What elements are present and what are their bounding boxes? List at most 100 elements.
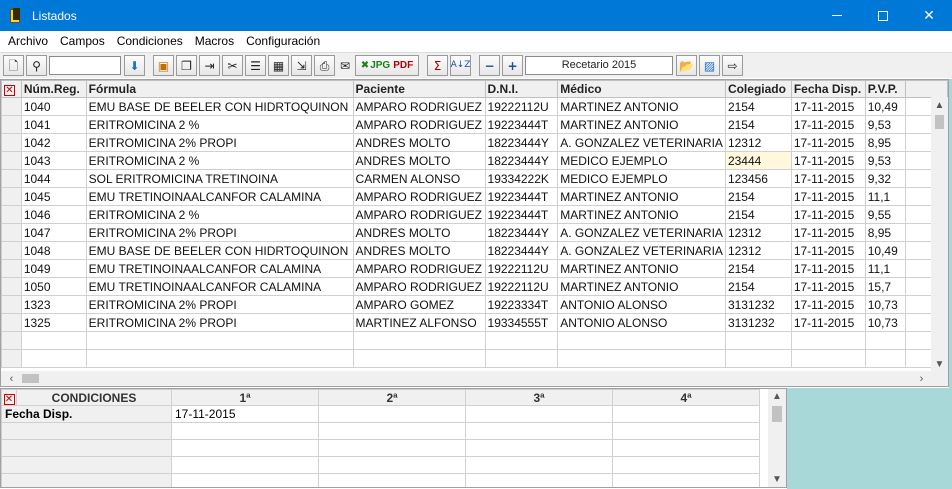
menu-configuracion[interactable]: Configuración: [240, 34, 326, 48]
open-folder-button[interactable]: 📂: [676, 55, 697, 76]
cell-dni[interactable]: [484, 331, 559, 350]
copy-button[interactable]: ❐: [176, 55, 197, 76]
cell-colegiado[interactable]: 2154: [724, 205, 792, 224]
cell-dni[interactable]: 19222112U: [484, 277, 559, 296]
cell-formula[interactable]: ERITROMICINA 2% PROPI: [85, 223, 354, 242]
cell-pvp[interactable]: 11,1: [864, 187, 906, 206]
condition-value-cell[interactable]: [465, 422, 613, 440]
table-row[interactable]: 1045 EMU TRETINOINAALCANFOR CALAMINA AMPAR…: [1, 187, 948, 206]
column-header-colegiado[interactable]: Colegiado: [724, 80, 792, 98]
cell-medico[interactable]: ANTONIO ALONSO: [557, 313, 726, 332]
row-selector[interactable]: [1, 115, 22, 134]
cell-paciente[interactable]: ANDRES MOLTO: [352, 133, 486, 152]
remove-button[interactable]: −: [479, 55, 500, 76]
cell-colegiado[interactable]: 23444: [724, 151, 792, 170]
condition-value-cell[interactable]: [171, 422, 319, 440]
cell-colegiado[interactable]: 2154: [724, 187, 792, 206]
cell-paciente[interactable]: [352, 331, 486, 350]
row-selector[interactable]: [1, 313, 22, 332]
cell-dni[interactable]: 19334555T: [484, 313, 559, 332]
search-button[interactable]: ⚲: [26, 55, 47, 76]
table-row[interactable]: [1, 331, 948, 350]
cell-fecha-disp[interactable]: 17-11-2015: [790, 115, 866, 134]
cell-dni[interactable]: 19222112U: [484, 97, 559, 116]
cell-colegiado[interactable]: [724, 331, 792, 350]
cell-medico[interactable]: MARTINEZ ANTONIO: [557, 205, 726, 224]
save-button[interactable]: ▣: [153, 55, 174, 76]
table-row[interactable]: 1048 EMU BASE DE BEELER CON HIDRTOQUINON A…: [1, 241, 948, 260]
cell-formula[interactable]: [85, 331, 354, 350]
row-selector[interactable]: [1, 97, 22, 116]
cell-medico[interactable]: MARTINEZ ANTONIO: [557, 259, 726, 278]
table-row[interactable]: 1043 ERITROMICINA 2 % ANDRES MOLTO 18223444…: [1, 151, 948, 170]
cell-formula[interactable]: EMU TRETINOINAALCANFOR CALAMINA: [85, 187, 354, 206]
column-header-paciente[interactable]: Paciente: [352, 80, 486, 98]
cell-paciente[interactable]: AMPARO RODRIGUEZ: [352, 205, 486, 224]
grid-vertical-scrollbar[interactable]: ▲ ▼: [931, 97, 948, 373]
image-button[interactable]: ▨: [699, 55, 720, 76]
cell-dni[interactable]: 19223444T: [484, 187, 559, 206]
cell-paciente[interactable]: MARTINEZ ALFONSO: [352, 313, 486, 332]
menu-condiciones[interactable]: Condiciones: [111, 34, 189, 48]
condition-field-label[interactable]: Fecha Disp.: [1, 405, 172, 423]
table-button[interactable]: ▦: [268, 55, 289, 76]
scroll-down-icon[interactable]: ▼: [768, 472, 786, 487]
cell-fecha-disp[interactable]: [790, 331, 866, 350]
cell-dni[interactable]: 19223444T: [484, 115, 559, 134]
condition-value-cell[interactable]: [318, 405, 466, 423]
cell-colegiado[interactable]: 2154: [724, 115, 792, 134]
cell-pvp[interactable]: [864, 331, 906, 350]
cell-medico[interactable]: A. GONZALEZ VETERINARIA: [557, 241, 726, 260]
cell-paciente[interactable]: AMPARO RODRIGUEZ: [352, 97, 486, 116]
column-header-fecha-disp[interactable]: Fecha Disp.: [790, 80, 866, 98]
condition-value-cell[interactable]: 17-11-2015: [171, 405, 319, 423]
cell-num-reg[interactable]: 1047: [20, 223, 87, 242]
cell-formula[interactable]: ERITROMICINA 2% PROPI: [85, 295, 354, 314]
maximize-button[interactable]: [860, 0, 906, 31]
table-row[interactable]: 1042 ERITROMICINA 2% PROPI ANDRES MOLTO 182…: [1, 133, 948, 152]
cell-pvp[interactable]: 9,53: [864, 151, 906, 170]
cell-num-reg[interactable]: 1045: [20, 187, 87, 206]
cell-colegiado[interactable]: [724, 349, 792, 368]
list-button[interactable]: ☰: [245, 55, 266, 76]
cell-medico[interactable]: MARTINEZ ANTONIO: [557, 115, 726, 134]
cell-formula[interactable]: EMU TRETINOINAALCANFOR CALAMINA: [85, 277, 354, 296]
condition-field-label[interactable]: [1, 473, 172, 487]
clear-conditions-button[interactable]: ✕: [1, 389, 17, 406]
cell-dni[interactable]: 18223444Y: [484, 223, 559, 242]
insert-button[interactable]: ⇥: [199, 55, 220, 76]
cell-dni[interactable]: 18223444Y: [484, 133, 559, 152]
table-row[interactable]: 1044 SOL ERITROMICINA TRETINOINA CARMEN AL…: [1, 169, 948, 188]
row-selector[interactable]: [1, 331, 22, 350]
export-image-pdf-button[interactable]: ✖ JPG PDF: [355, 55, 419, 76]
row-selector[interactable]: [1, 277, 22, 296]
row-selector[interactable]: [1, 133, 22, 152]
cell-formula[interactable]: EMU BASE DE BEELER CON HIDRTOQUINON: [85, 97, 354, 116]
condition-value-cell[interactable]: [612, 456, 760, 474]
cell-fecha-disp[interactable]: [790, 349, 866, 368]
clear-selection-button[interactable]: ✕: [1, 80, 22, 98]
column-header-num-reg[interactable]: Núm.Reg.: [20, 80, 87, 98]
cell-pvp[interactable]: 10,73: [864, 295, 906, 314]
cell-fecha-disp[interactable]: 17-11-2015: [790, 277, 866, 296]
recetario-select[interactable]: Recetario 2015: [525, 56, 673, 75]
scroll-thumb[interactable]: [935, 115, 944, 129]
menu-macros[interactable]: Macros: [189, 34, 240, 48]
cell-formula[interactable]: ERITROMICINA 2 %: [85, 115, 354, 134]
cell-pvp[interactable]: 10,49: [864, 97, 906, 116]
condition-field-label[interactable]: [1, 456, 172, 474]
cut-button[interactable]: ✂: [222, 55, 243, 76]
cell-colegiado[interactable]: 12312: [724, 223, 792, 242]
cell-fecha-disp[interactable]: 17-11-2015: [790, 295, 866, 314]
cell-paciente[interactable]: AMPARO RODRIGUEZ: [352, 277, 486, 296]
menu-campos[interactable]: Campos: [54, 34, 111, 48]
row-selector[interactable]: [1, 187, 22, 206]
cell-paciente[interactable]: ANDRES MOLTO: [352, 241, 486, 260]
cell-formula[interactable]: SOL ERITROMICINA TRETINOINA: [85, 169, 354, 188]
cell-num-reg[interactable]: 1041: [20, 115, 87, 134]
cell-fecha-disp[interactable]: 17-11-2015: [790, 169, 866, 188]
cell-paciente[interactable]: CARMEN ALONSO: [352, 169, 486, 188]
cell-colegiado[interactable]: 3131232: [724, 295, 792, 314]
sort-button[interactable]: A↓Z: [450, 55, 471, 76]
cell-num-reg[interactable]: [20, 349, 87, 368]
